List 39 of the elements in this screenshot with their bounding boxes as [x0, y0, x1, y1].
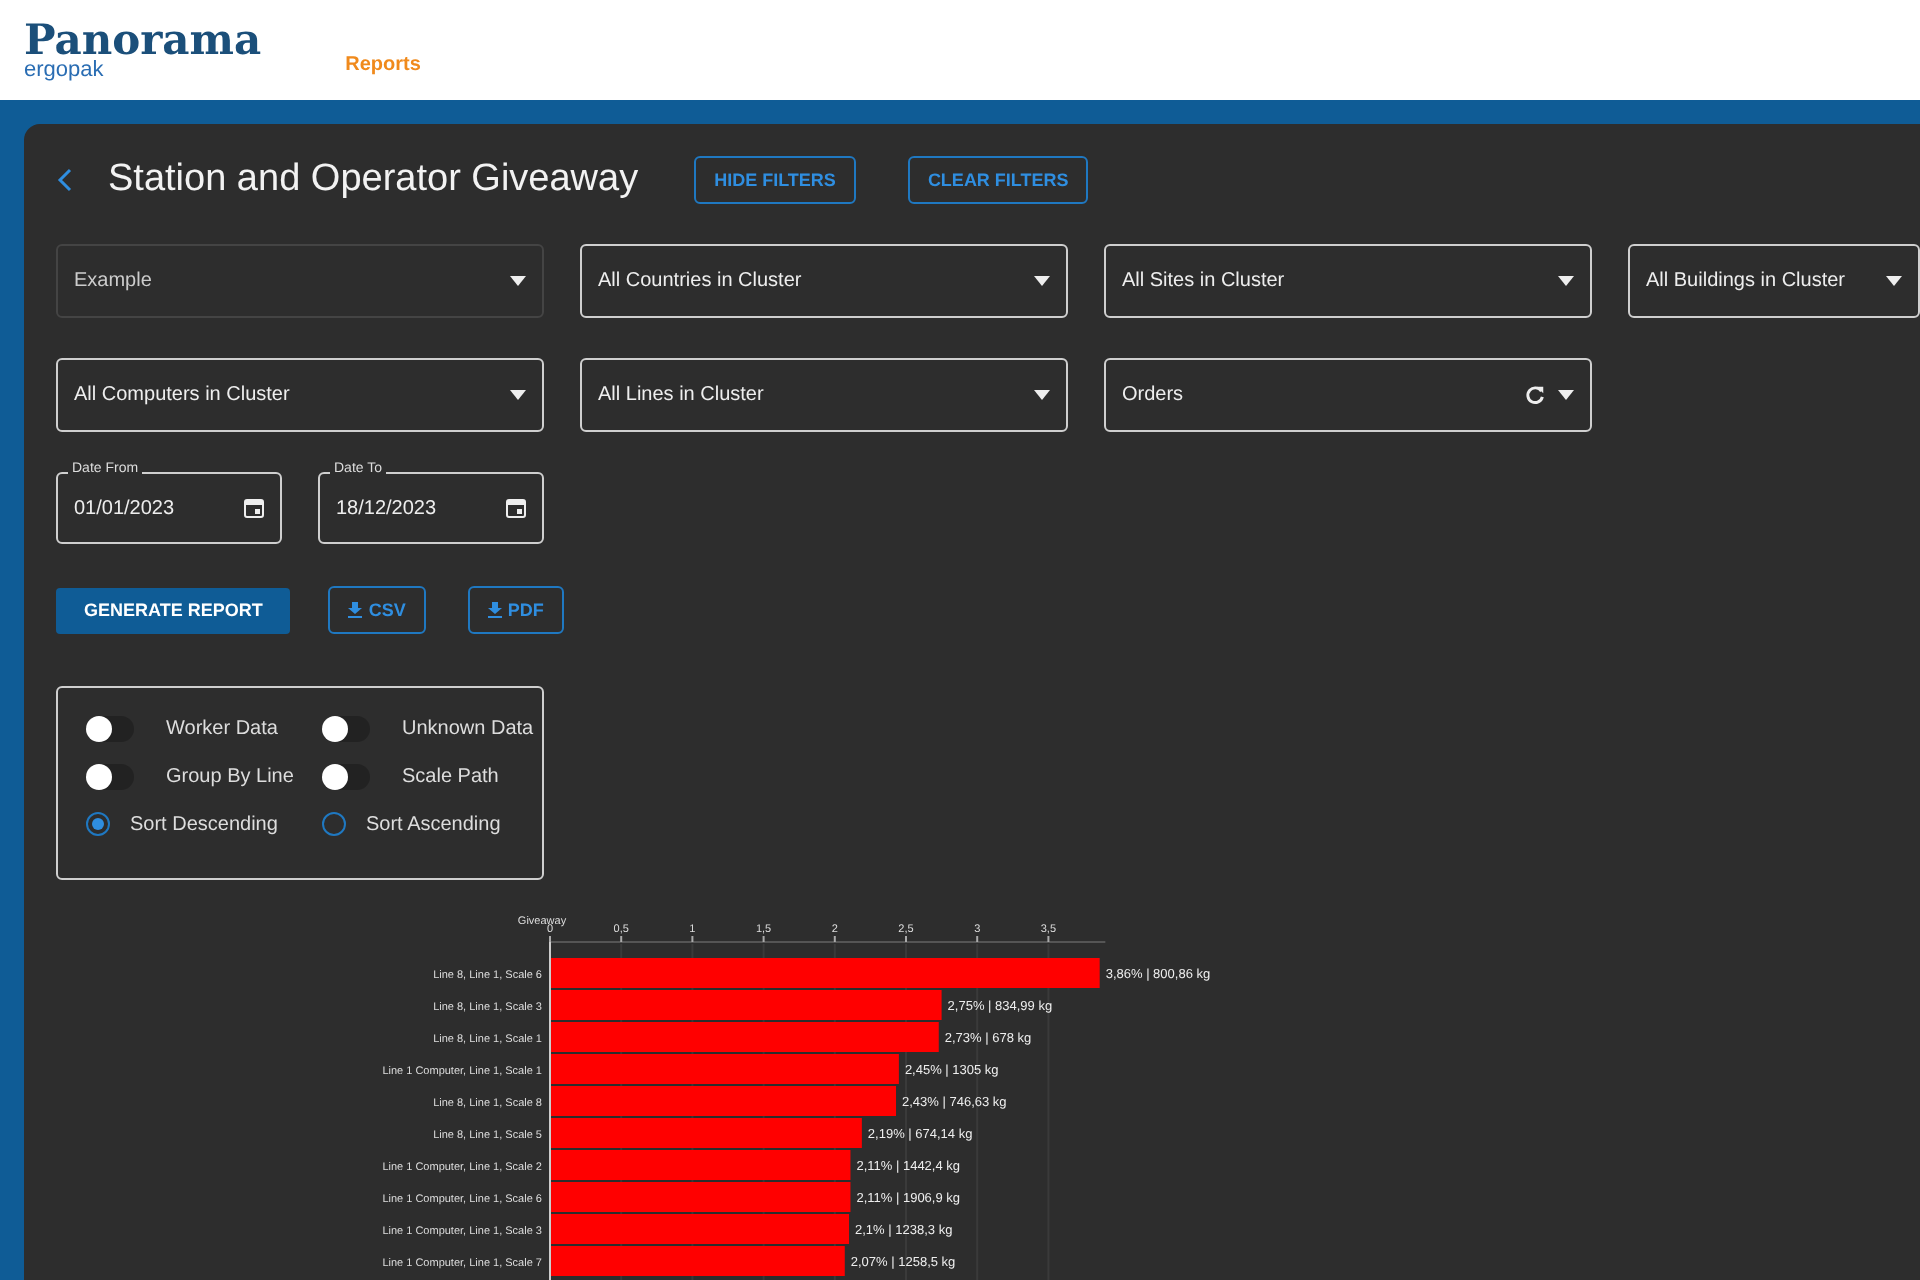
download-button[interactable]: PDF	[467, 586, 564, 634]
toggle-switch[interactable]	[86, 715, 134, 741]
calendar-icon[interactable]	[506, 498, 526, 518]
download-icon	[348, 602, 363, 618]
select-field[interactable]: All Computers in Cluster	[56, 358, 544, 432]
caret-icon	[1558, 276, 1574, 286]
caret-icon	[1886, 276, 1902, 286]
logo-subtitle: ergopak	[24, 60, 106, 82]
download-button[interactable]: CSV	[328, 586, 426, 634]
caret-icon	[1558, 390, 1574, 400]
radio-button[interactable]	[322, 812, 346, 836]
toggle-option[interactable]: Scale Path	[322, 758, 542, 794]
select-field[interactable]: All Buildings in Cluster	[1628, 244, 1920, 318]
select-field[interactable]: All Sites in Cluster	[1104, 244, 1592, 318]
filter-button[interactable]: CLEAR FILTERS	[907, 156, 1089, 204]
select-field[interactable]: Orders	[1104, 358, 1592, 432]
caret-icon	[510, 390, 526, 400]
radio-button[interactable]	[86, 812, 110, 836]
refresh-icon[interactable]	[1524, 384, 1546, 406]
download-icon	[487, 602, 502, 618]
toggle-option[interactable]: Unknown Data	[322, 710, 542, 746]
page-title: Station and Operator Giveaway	[108, 158, 639, 202]
caret-icon	[1034, 390, 1050, 400]
logo: Panorama	[24, 18, 262, 60]
radio-option[interactable]: Sort Ascending	[322, 806, 542, 842]
select-field[interactable]: All Lines in Cluster	[580, 358, 1068, 432]
select-field[interactable]: All Countries in Cluster	[580, 244, 1068, 318]
toggle-switch[interactable]	[322, 715, 370, 741]
toggle-switch[interactable]	[86, 763, 134, 789]
caret-icon	[1034, 276, 1050, 286]
filter-button[interactable]: HIDE FILTERS	[694, 156, 856, 204]
toggle-option[interactable]: Worker Data	[86, 710, 322, 746]
toggle-switch[interactable]	[322, 763, 370, 789]
calendar-icon[interactable]	[244, 498, 264, 518]
generate-button[interactable]: GENERATE REPORT	[56, 587, 291, 633]
back-icon[interactable]	[56, 166, 76, 194]
toggle-option[interactable]: Group By Line	[86, 758, 322, 794]
caret-icon	[510, 276, 526, 286]
radio-option[interactable]: Sort Descending	[86, 806, 322, 842]
